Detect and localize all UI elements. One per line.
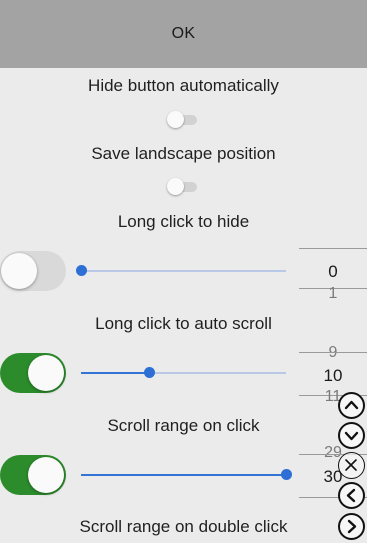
scroll-left-button[interactable]: [338, 482, 365, 509]
long-click-to-hide-label: Long click to hide: [117, 212, 250, 231]
picker-next-value: 1: [328, 285, 338, 302]
toggle-knob: [167, 111, 184, 128]
picker-divider: [299, 352, 367, 353]
slider-track: [81, 270, 286, 272]
chevron-down-icon: [344, 431, 359, 441]
save-landscape-position-toggle[interactable]: [167, 178, 199, 195]
toggle-knob: [28, 457, 64, 493]
toggle-knob: [1, 253, 37, 289]
picker-divider: [299, 248, 367, 249]
toggle-knob: [167, 178, 184, 195]
ok-button[interactable]: OK: [0, 0, 367, 68]
slider-thumb[interactable]: [144, 367, 155, 378]
scroll-down-button[interactable]: [338, 422, 365, 449]
scroll-right-button[interactable]: [338, 513, 365, 540]
close-button[interactable]: [338, 452, 365, 479]
hide-button-automatically-toggle[interactable]: [167, 111, 199, 128]
chevron-right-icon: [347, 519, 357, 534]
long-click-to-auto-scroll-label: Long click to auto scroll: [95, 314, 272, 333]
picker-value: 0: [328, 262, 338, 281]
slider-thumb[interactable]: [76, 265, 87, 276]
long-click-to-auto-scroll-slider[interactable]: [81, 367, 286, 379]
long-click-to-auto-scroll-toggle[interactable]: [0, 353, 66, 393]
slider-fill: [81, 372, 149, 374]
chevron-up-icon: [344, 400, 359, 410]
picker-value: 10: [323, 366, 343, 385]
close-icon: [345, 459, 357, 471]
hide-button-automatically-label: Hide button automatically: [88, 76, 279, 95]
scroll-range-on-click-slider[interactable]: [81, 469, 292, 481]
toggle-knob: [28, 355, 64, 391]
long-click-to-hide-toggle[interactable]: [0, 251, 66, 291]
picker-prev-value: 9: [299, 344, 367, 362]
ok-button-label: OK: [171, 25, 196, 42]
long-click-to-hide-slider[interactable]: [76, 265, 286, 277]
scroll-range-on-click-toggle[interactable]: [0, 455, 66, 495]
slider-thumb[interactable]: [281, 469, 292, 480]
chevron-left-icon: [346, 488, 356, 503]
slider-fill: [81, 474, 286, 476]
scroll-range-on-click-label: Scroll range on click: [107, 416, 260, 435]
scroll-range-on-double-click-label: Scroll range on double click: [79, 517, 288, 536]
scroll-up-button[interactable]: [338, 392, 365, 419]
save-landscape-position-label: Save landscape position: [91, 144, 276, 163]
